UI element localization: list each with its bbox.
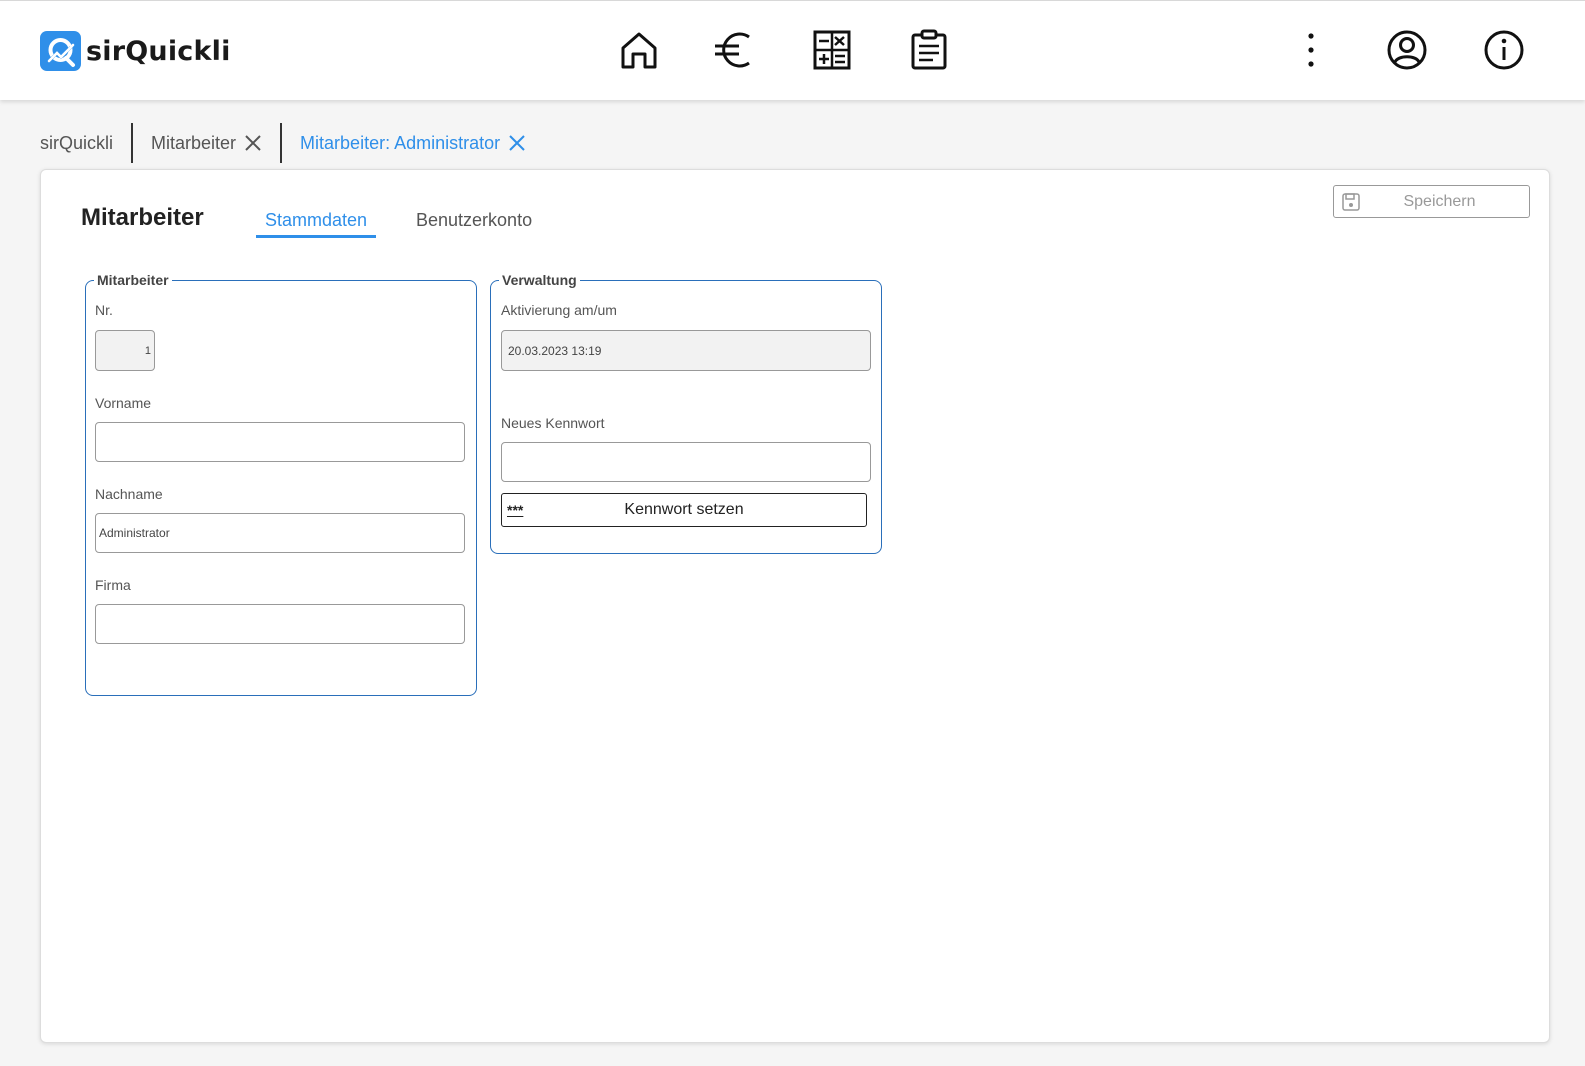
app-name: sirQuickli [86, 35, 231, 67]
group-legend: Mitarbeiter [97, 272, 169, 288]
nr-label: Nr. [95, 302, 113, 318]
tab-stammdaten[interactable]: Stammdaten [256, 210, 377, 238]
home-icon[interactable] [618, 29, 660, 71]
more-vertical-icon[interactable] [1290, 29, 1332, 71]
vorname-label: Vorname [95, 395, 152, 411]
floppy-disk-icon [1342, 192, 1360, 211]
password-icon: *** [507, 502, 524, 518]
calculator-icon[interactable] [811, 29, 853, 71]
new-password-label: Neues Kennwort [501, 415, 605, 431]
new-password-field[interactable] [501, 442, 871, 482]
nachname-field[interactable] [95, 513, 465, 553]
tab-benutzerkonto[interactable]: Benutzerkonto [407, 210, 541, 235]
euro-icon[interactable] [713, 29, 755, 71]
clipboard-icon[interactable] [908, 29, 950, 71]
app-logo[interactable]: sirQuickli [40, 31, 231, 71]
logo-mark-icon [40, 31, 81, 71]
set-password-button[interactable]: *** Kennwort setzen [501, 493, 867, 527]
firma-label: Firma [95, 577, 131, 593]
set-password-button-label: Kennwort setzen [624, 501, 744, 518]
info-icon[interactable] [1483, 29, 1525, 71]
user-account-icon[interactable] [1386, 29, 1428, 71]
breadcrumb-label: Mitarbeiter [151, 132, 237, 153]
firma-field[interactable] [95, 604, 465, 644]
breadcrumb-divider [280, 123, 283, 163]
nr-field[interactable] [95, 330, 155, 371]
main-card: Mitarbeiter Stammdaten Benutzerkonto Spe… [40, 169, 1550, 1043]
breadcrumb-label: Mitarbeiter: Administrator [300, 132, 501, 153]
close-icon[interactable] [244, 134, 262, 152]
save-button-label: Speichern [1403, 192, 1476, 210]
breadcrumb-divider [131, 123, 134, 163]
activation-field[interactable] [501, 330, 871, 371]
breadcrumb-item-active[interactable]: Mitarbeiter: Administrator [300, 133, 526, 154]
breadcrumb-item-home[interactable]: sirQuickli [40, 133, 113, 154]
nachname-label: Nachname [95, 486, 163, 502]
breadcrumb-label: sirQuickli [40, 132, 114, 153]
vorname-field[interactable] [95, 422, 465, 462]
activation-label: Aktivierung am/um [501, 302, 617, 318]
save-button[interactable]: Speichern [1333, 185, 1530, 218]
top-header: sirQuickli [0, 0, 1585, 100]
breadcrumb: sirQuickli Mitarbeiter Mitarbeiter: Admi… [40, 122, 526, 164]
close-icon[interactable] [508, 134, 526, 152]
group-legend: Verwaltung [502, 272, 577, 288]
page-title: Mitarbeiter [81, 204, 204, 231]
breadcrumb-item-mitarbeiter[interactable]: Mitarbeiter [151, 133, 262, 154]
